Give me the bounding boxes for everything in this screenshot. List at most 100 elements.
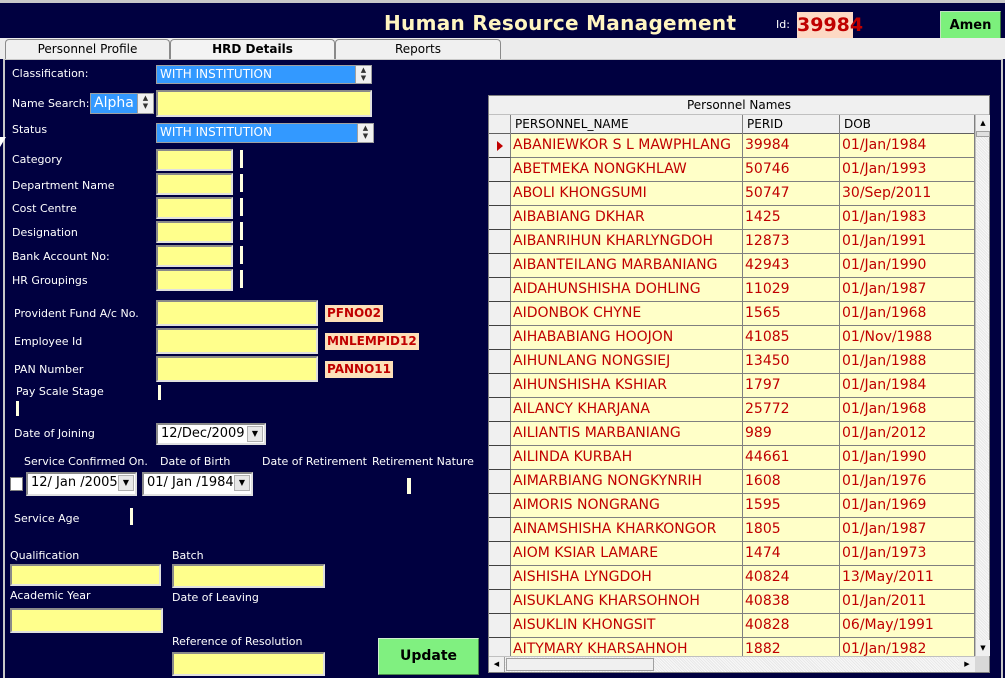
reference-field[interactable]	[172, 652, 325, 676]
cell-name[interactable]: ABOLI KHONGSUMI	[511, 182, 743, 206]
cell-name[interactable]: AINAMSHISHA KHARKONGOR	[511, 518, 743, 542]
scroll-right-arrow-icon[interactable]: ▶	[959, 657, 975, 672]
name-search-input[interactable]	[156, 90, 372, 117]
cell-name[interactable]: AISHISHA LYNGDOH	[511, 566, 743, 590]
status-combo[interactable]: WITH INSTITUTION ▲ ▼	[156, 123, 374, 143]
dropdown-arrow-icon[interactable]: ▼	[247, 426, 263, 442]
row-selector[interactable]	[489, 350, 511, 374]
cell-name[interactable]: AIDAHUNSHISHA DOHLING	[511, 278, 743, 302]
cell-name[interactable]: AILIANTIS MARBANIANG	[511, 422, 743, 446]
cell-dob[interactable]: 01/Jan/1990	[840, 446, 975, 470]
column-header-perid[interactable]: PERID	[743, 115, 840, 134]
table-row[interactable]: AILANCY KHARJANA 25772 01/Jan/1968	[489, 398, 975, 422]
row-selector[interactable]	[489, 518, 511, 542]
row-selector[interactable]	[489, 398, 511, 422]
column-header-name[interactable]: PERSONNEL_NAME	[511, 115, 743, 134]
row-selector[interactable]	[489, 638, 511, 656]
scroll-down-arrow-icon[interactable]: ▼	[976, 640, 990, 656]
classification-combo[interactable]: WITH INSTITUTION ▲ ▼	[156, 65, 372, 84]
dropdown-arrow-icon[interactable]: ▼	[118, 475, 134, 491]
pf-field[interactable]	[156, 300, 318, 326]
cell-perid[interactable]: 40838	[743, 590, 840, 614]
category-field[interactable]	[156, 149, 233, 171]
cell-dob[interactable]: 06/May/1991	[840, 614, 975, 638]
table-row[interactable]: AIMORIS NONGRANG 1595 01/Jan/1969	[489, 494, 975, 518]
cell-name[interactable]: AIMORIS NONGRANG	[511, 494, 743, 518]
cell-dob[interactable]: 01/Jan/1969	[840, 494, 975, 518]
row-selector[interactable]	[489, 422, 511, 446]
scroll-up-arrow-icon[interactable]: ▲	[976, 115, 990, 131]
row-selector[interactable]	[489, 182, 511, 206]
cell-perid[interactable]: 1797	[743, 374, 840, 398]
cell-perid[interactable]: 40828	[743, 614, 840, 638]
table-row[interactable]: AIMARBIANG NONGKYNRIH 1608 01/Jan/1976	[489, 470, 975, 494]
table-row[interactable]: AIOM KSIAR LAMARE 1474 01/Jan/1973	[489, 542, 975, 566]
dob-date-picker[interactable]: 01/ Jan /1984 ▼	[142, 472, 253, 496]
cell-perid[interactable]: 40824	[743, 566, 840, 590]
cell-dob[interactable]: 01/Jan/1982	[840, 638, 975, 656]
column-header-dob[interactable]: DOB	[840, 115, 975, 134]
row-selector[interactable]	[489, 470, 511, 494]
table-row[interactable]: AISUKLANG KHARSOHNOH 40838 01/Jan/2011	[489, 590, 975, 614]
pan-field[interactable]	[156, 356, 318, 382]
table-row[interactable]: AISUKLIN KHONGSIT 40828 06/May/1991	[489, 614, 975, 638]
row-selector[interactable]	[489, 494, 511, 518]
cell-name[interactable]: AIHABABIANG HOOJON	[511, 326, 743, 350]
cell-dob[interactable]: 01/Jan/1976	[840, 470, 975, 494]
cell-perid[interactable]: 1595	[743, 494, 840, 518]
row-selector[interactable]	[489, 254, 511, 278]
row-selector[interactable]	[489, 446, 511, 470]
cell-perid[interactable]: 1805	[743, 518, 840, 542]
table-row[interactable]: ABETMEKA NONGKHLAW 50746 01/Jan/1993	[489, 158, 975, 182]
row-selector[interactable]	[489, 158, 511, 182]
spinner-icon[interactable]: ▲ ▼	[137, 94, 153, 113]
cell-name[interactable]: AIBANRIHUN KHARLYNGDOH	[511, 230, 743, 254]
table-row[interactable]: AISHISHA LYNGDOH 40824 13/May/2011	[489, 566, 975, 590]
cell-name[interactable]: AILINDA KURBAH	[511, 446, 743, 470]
spinner-icon[interactable]: ▲ ▼	[357, 124, 373, 142]
table-row[interactable]: AIDONBOK CHYNE 1565 01/Jan/1968	[489, 302, 975, 326]
cell-perid[interactable]: 42943	[743, 254, 840, 278]
user-button[interactable]: Amen	[940, 11, 1001, 40]
table-row[interactable]: ABOLI KHONGSUMI 50747 30/Sep/2011	[489, 182, 975, 206]
cell-dob[interactable]: 01/Jan/1984	[840, 374, 975, 398]
employee-id-field[interactable]	[156, 328, 318, 354]
service-confirmed-checkbox[interactable]	[10, 477, 23, 491]
cell-dob[interactable]: 01/Jan/1987	[840, 278, 975, 302]
cell-perid[interactable]: 50747	[743, 182, 840, 206]
dropdown-arrow-icon[interactable]: ▼	[234, 475, 250, 491]
cell-name[interactable]: AITYMARY KHARSAHNOH	[511, 638, 743, 656]
cell-dob[interactable]: 01/Jan/1991	[840, 230, 975, 254]
cell-perid[interactable]: 1474	[743, 542, 840, 566]
row-selector[interactable]	[489, 374, 511, 398]
cell-name[interactable]: ABETMEKA NONGKHLAW	[511, 158, 743, 182]
table-row[interactable]: ABANIEWKOR S L MAWPHLANG 39984 01/Jan/1984	[489, 134, 975, 158]
cell-dob[interactable]: 01/Nov/1988	[840, 326, 975, 350]
cell-perid[interactable]: 1608	[743, 470, 840, 494]
table-row[interactable]: AINAMSHISHA KHARKONGOR 1805 01/Jan/1987	[489, 518, 975, 542]
cell-dob[interactable]: 30/Sep/2011	[840, 182, 975, 206]
cell-name[interactable]: AIDONBOK CHYNE	[511, 302, 743, 326]
cell-perid[interactable]: 50746	[743, 158, 840, 182]
cell-perid[interactable]: 1425	[743, 206, 840, 230]
department-field[interactable]	[156, 173, 233, 195]
spinner-icon[interactable]: ▲ ▼	[355, 66, 371, 83]
cell-name[interactable]: AILANCY KHARJANA	[511, 398, 743, 422]
cell-perid[interactable]: 25772	[743, 398, 840, 422]
cell-dob[interactable]: 01/Jan/2011	[840, 590, 975, 614]
tab-personnel-profile[interactable]: Personnel Profile	[5, 39, 170, 59]
table-row[interactable]: AIDAHUNSHISHA DOHLING 11029 01/Jan/1987	[489, 278, 975, 302]
row-selector[interactable]	[489, 590, 511, 614]
cell-perid[interactable]: 989	[743, 422, 840, 446]
row-selector[interactable]	[489, 230, 511, 254]
cell-name[interactable]: AIBABIANG DKHAR	[511, 206, 743, 230]
cell-dob[interactable]: 01/Jan/1984	[840, 134, 975, 158]
cell-perid[interactable]: 41085	[743, 326, 840, 350]
row-selector[interactable]	[489, 614, 511, 638]
cell-dob[interactable]: 01/Jan/1983	[840, 206, 975, 230]
bank-account-field[interactable]	[156, 245, 233, 267]
row-selector[interactable]	[489, 134, 511, 158]
table-row[interactable]: AIHUNLANG NONGSIEJ 13450 01/Jan/1988	[489, 350, 975, 374]
update-button[interactable]: Update	[378, 638, 479, 675]
cell-dob[interactable]: 01/Jan/1993	[840, 158, 975, 182]
